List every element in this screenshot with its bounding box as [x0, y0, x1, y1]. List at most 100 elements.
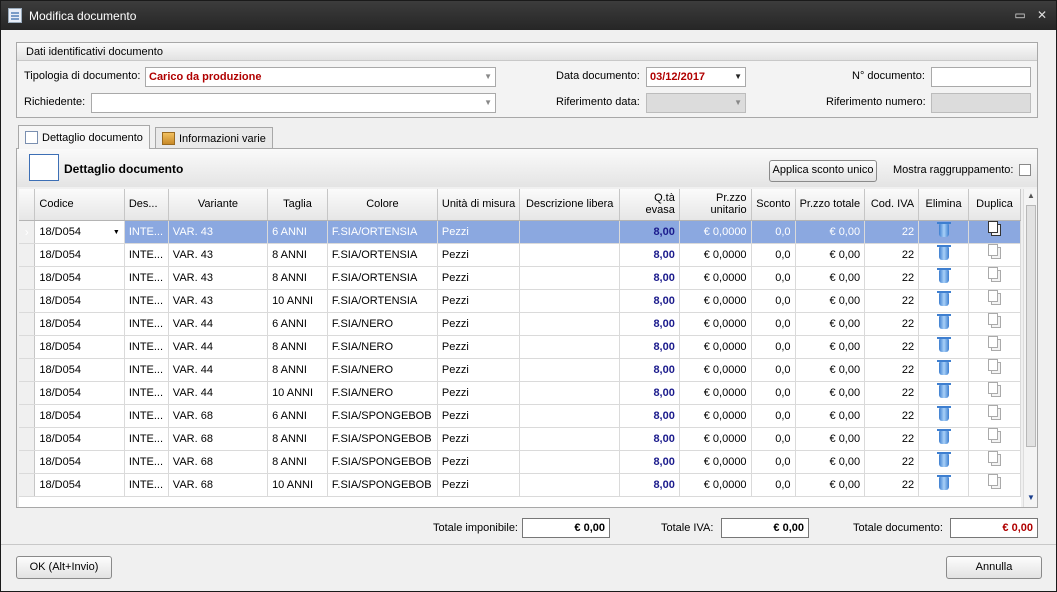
row-header[interactable]: [19, 427, 36, 451]
table-row[interactable]: 18/D054 INTE... VAR. 44 6 ANNI F.SIA/NERO Pez…: [19, 312, 1021, 336]
table-row[interactable]: 18/D054 INTE... VAR. 44 8 ANNI F.SIA/NERO Pez…: [19, 335, 1021, 359]
cell-descrizione-libera[interactable]: [519, 335, 621, 359]
cell-sconto[interactable]: 0,0: [751, 220, 796, 244]
cell-variante[interactable]: VAR. 44: [168, 335, 269, 359]
cell-cod-iva[interactable]: 22: [864, 450, 920, 474]
table-row[interactable]: 18/D054 INTE... VAR. 43 8 ANNI F.SIA/ORTENSI…: [19, 243, 1021, 267]
column-header-sconto[interactable]: Sconto: [751, 189, 796, 221]
numero-documento-field[interactable]: [931, 67, 1031, 87]
cell-elimina[interactable]: [918, 473, 969, 497]
delete-icon[interactable]: [936, 474, 951, 490]
data-documento-field[interactable]: 03/12/2017 ▼: [646, 67, 746, 87]
table-row[interactable]: 18/D054 INTE... VAR. 68 8 ANNI F.SIA/SPONGEB…: [19, 427, 1021, 451]
cell-duplica[interactable]: [968, 220, 1021, 244]
cell-unita-misura[interactable]: Pezzi: [437, 473, 521, 497]
cell-taglia[interactable]: 10 ANNI: [267, 289, 328, 313]
cell-variante[interactable]: VAR. 43: [168, 220, 269, 244]
table-row[interactable]: 18/D054 INTE... VAR. 68 6 ANNI F.SIA/SPONGEB…: [19, 404, 1021, 428]
cell-colore[interactable]: F.SIA/SPONGEBOB: [327, 404, 438, 428]
row-header[interactable]: [19, 289, 36, 313]
cell-des[interactable]: INTE...: [124, 473, 169, 497]
chevron-down-icon[interactable]: ▼: [113, 229, 120, 236]
duplicate-icon[interactable]: [987, 451, 1001, 466]
cell-qta-evasa[interactable]: 8,00: [619, 289, 680, 313]
cell-descrizione-libera[interactable]: [519, 450, 621, 474]
cell-duplica[interactable]: [968, 243, 1021, 267]
cell-variante[interactable]: VAR. 43: [168, 266, 269, 290]
tab-informazioni-varie[interactable]: Informazioni varie: [155, 127, 273, 149]
delete-icon[interactable]: [936, 221, 951, 237]
row-header[interactable]: [19, 335, 36, 359]
cell-prezzo-unitario[interactable]: € 0,0000: [679, 220, 752, 244]
vertical-scrollbar[interactable]: ▲ ▼: [1023, 189, 1037, 507]
cell-elimina[interactable]: [918, 335, 969, 359]
cell-taglia[interactable]: 8 ANNI: [267, 243, 328, 267]
duplicate-icon[interactable]: [987, 221, 1001, 236]
cell-prezzo-unitario[interactable]: € 0,0000: [679, 266, 752, 290]
column-header-cod-iva[interactable]: Cod. IVA: [864, 189, 920, 221]
column-header-codice[interactable]: Codice: [34, 189, 125, 221]
cell-codice[interactable]: 18/D054 ▼: [34, 220, 125, 244]
column-header-variante[interactable]: Variante: [168, 189, 269, 221]
cell-sconto[interactable]: 0,0: [751, 450, 796, 474]
delete-icon[interactable]: [936, 405, 951, 421]
cell-prezzo-totale[interactable]: € 0,00: [795, 335, 866, 359]
duplicate-icon[interactable]: [987, 359, 1001, 374]
cell-sconto[interactable]: 0,0: [751, 335, 796, 359]
richiedente-select[interactable]: ▼: [91, 93, 496, 113]
table-row[interactable]: 18/D054 INTE... VAR. 68 10 ANNI F.SIA/SPONGE…: [19, 473, 1021, 497]
cell-codice[interactable]: 18/D054: [34, 358, 125, 382]
column-header-des[interactable]: Des...: [124, 189, 169, 221]
row-header[interactable]: [19, 450, 36, 474]
cell-qta-evasa[interactable]: 8,00: [619, 220, 680, 244]
cell-variante[interactable]: VAR. 44: [168, 381, 269, 405]
cell-colore[interactable]: F.SIA/SPONGEBOB: [327, 450, 438, 474]
cell-codice[interactable]: 18/D054: [34, 427, 125, 451]
cell-prezzo-unitario[interactable]: € 0,0000: [679, 312, 752, 336]
cell-sconto[interactable]: 0,0: [751, 243, 796, 267]
cell-prezzo-unitario[interactable]: € 0,0000: [679, 381, 752, 405]
cell-duplica[interactable]: [968, 381, 1021, 405]
cell-colore[interactable]: F.SIA/ORTENSIA: [327, 266, 438, 290]
cell-colore[interactable]: F.SIA/ORTENSIA: [327, 289, 438, 313]
cell-elimina[interactable]: [918, 289, 969, 313]
delete-icon[interactable]: [936, 336, 951, 352]
cell-colore[interactable]: F.SIA/ORTENSIA: [327, 220, 438, 244]
cell-qta-evasa[interactable]: 8,00: [619, 381, 680, 405]
cell-des[interactable]: INTE...: [124, 450, 169, 474]
cell-codice[interactable]: 18/D054: [34, 312, 125, 336]
cell-descrizione-libera[interactable]: [519, 220, 621, 244]
cell-prezzo-totale[interactable]: € 0,00: [795, 473, 866, 497]
cell-qta-evasa[interactable]: 8,00: [619, 473, 680, 497]
row-header[interactable]: [19, 266, 36, 290]
table-row[interactable]: 18/D054 INTE... VAR. 44 10 ANNI F.SIA/NERO Pe…: [19, 381, 1021, 405]
cell-sconto[interactable]: 0,0: [751, 312, 796, 336]
cell-des[interactable]: INTE...: [124, 427, 169, 451]
cell-cod-iva[interactable]: 22: [864, 243, 920, 267]
column-header-prezzo-unitario[interactable]: Pr.zzo unitario: [679, 189, 752, 221]
cell-codice[interactable]: 18/D054: [34, 335, 125, 359]
row-header[interactable]: ›: [19, 220, 36, 244]
tab-dettaglio-documento[interactable]: Dettaglio documento: [18, 125, 150, 149]
cell-unita-misura[interactable]: Pezzi: [437, 450, 521, 474]
cell-des[interactable]: INTE...: [124, 404, 169, 428]
cell-prezzo-unitario[interactable]: € 0,0000: [679, 289, 752, 313]
cell-taglia[interactable]: 10 ANNI: [267, 381, 328, 405]
cell-elimina[interactable]: [918, 220, 969, 244]
cell-colore[interactable]: F.SIA/NERO: [327, 335, 438, 359]
cell-elimina[interactable]: [918, 427, 969, 451]
cell-descrizione-libera[interactable]: [519, 243, 621, 267]
column-header-qta-evasa[interactable]: Q.tà evasa: [619, 189, 680, 221]
cell-sconto[interactable]: 0,0: [751, 289, 796, 313]
cell-elimina[interactable]: [918, 404, 969, 428]
cell-sconto[interactable]: 0,0: [751, 358, 796, 382]
cell-variante[interactable]: VAR. 44: [168, 312, 269, 336]
cell-codice[interactable]: 18/D054: [34, 381, 125, 405]
cell-cod-iva[interactable]: 22: [864, 358, 920, 382]
duplicate-icon[interactable]: [987, 428, 1001, 443]
cell-colore[interactable]: F.SIA/ORTENSIA: [327, 243, 438, 267]
cell-variante[interactable]: VAR. 44: [168, 358, 269, 382]
cell-prezzo-totale[interactable]: € 0,00: [795, 381, 866, 405]
cell-qta-evasa[interactable]: 8,00: [619, 358, 680, 382]
cell-unita-misura[interactable]: Pezzi: [437, 243, 521, 267]
